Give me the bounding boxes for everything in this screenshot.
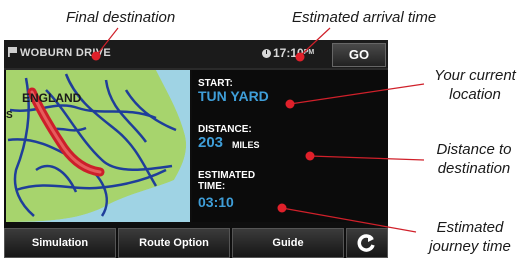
connector-final-destination (95, 27, 119, 57)
connector-journey-time (281, 207, 417, 233)
callout-connectors (91, 27, 425, 233)
connector-distance (309, 155, 425, 161)
marker-final-destination (91, 51, 101, 61)
marker-current-location (285, 99, 295, 109)
connector-estimated-arrival (299, 27, 331, 57)
marker-distance (305, 151, 315, 161)
marker-journey-time (277, 203, 287, 213)
connector-current-location (289, 83, 425, 105)
marker-estimated-arrival (295, 52, 305, 62)
